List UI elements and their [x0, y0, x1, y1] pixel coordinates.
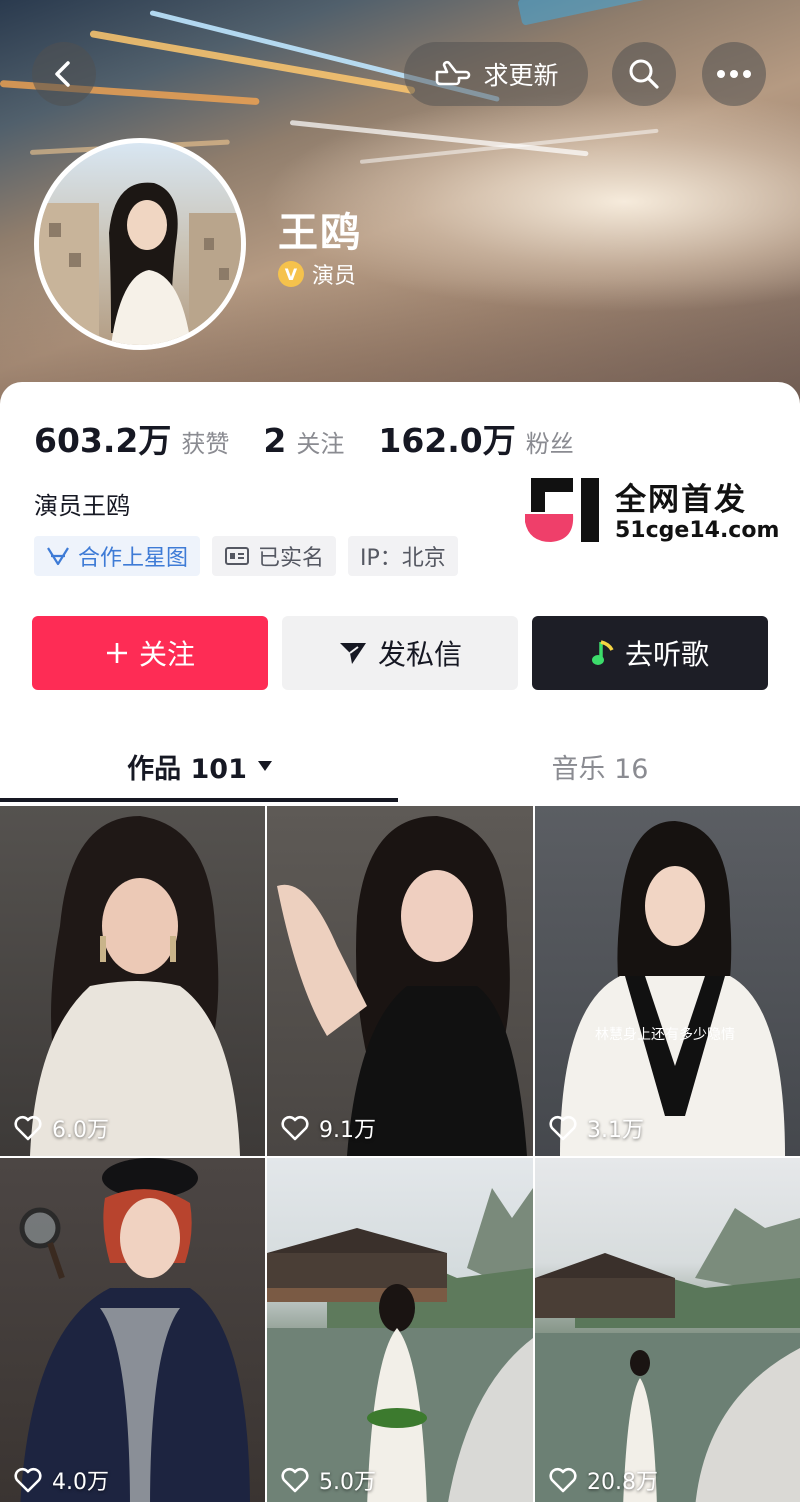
avatar-photo — [39, 182, 241, 345]
profile-bio: 演员王鸥 — [34, 492, 130, 520]
star-map-label: 合作上星图 — [78, 546, 189, 571]
star-map-icon — [47, 547, 69, 566]
request-update-button[interactable]: 求更新 — [404, 42, 588, 106]
video-thumbnail[interactable]: 20.8万 — [535, 1158, 800, 1502]
video-thumbnail[interactable]: 5.0万 — [267, 1158, 533, 1502]
followers-count[interactable]: 162.0万 — [378, 414, 515, 462]
pointing-hand-icon — [436, 60, 471, 86]
video-thumbnail[interactable]: 4.0万 — [0, 1158, 265, 1502]
video-likes-count: 6.0万 — [52, 1118, 109, 1143]
watermark-line1: 全网首发 — [615, 482, 747, 518]
video-thumbnail[interactable]: 9.1万 — [267, 806, 533, 1156]
follow-label: 关注 — [138, 638, 195, 671]
verified-icon: V — [278, 261, 304, 287]
chevron-left-icon — [55, 61, 70, 87]
video-2-image — [277, 816, 527, 1156]
plus-icon — [106, 643, 127, 663]
content-tabs: 作品 101 音乐 16 — [0, 728, 800, 804]
video-likes: 4.0万 — [14, 1464, 109, 1496]
watermark-logo-icon — [525, 478, 599, 542]
profile-name: 王鸥 — [278, 210, 362, 256]
likes-count[interactable]: 603.2万 — [34, 414, 171, 462]
video-4-image — [19, 1158, 250, 1502]
likes-label: 获赞 — [181, 430, 230, 458]
video-likes-count: 3.1万 — [587, 1118, 644, 1143]
video-grid: 6.0万 9.1万 林慧身上还有多少隐情 3.1万 4.0万 5.0万 20.8… — [0, 806, 800, 1502]
video-likes-count: 4.0万 — [52, 1470, 109, 1495]
heart-icon — [14, 1115, 42, 1141]
send-icon — [339, 643, 366, 664]
request-update-label: 求更新 — [483, 61, 559, 90]
video-likes: 20.8万 — [549, 1464, 658, 1496]
profile-stats: 603.2万 获赞 2 关注 162.0万 粉丝 — [34, 414, 608, 462]
id-card-icon — [225, 547, 250, 565]
video-5-image — [267, 1188, 533, 1502]
follow-button[interactable]: 关注 — [32, 616, 268, 690]
profile-tags: 合作上星图 已实名 IP：北京 — [34, 536, 458, 576]
video-likes-count: 5.0万 — [319, 1470, 376, 1495]
video-likes: 9.1万 — [281, 1112, 376, 1144]
avatar[interactable] — [34, 138, 246, 350]
heart-icon — [549, 1467, 577, 1493]
back-button[interactable] — [32, 42, 96, 106]
following-count[interactable]: 2 — [263, 421, 286, 460]
banner-streak — [517, 0, 758, 26]
following-label: 关注 — [296, 430, 345, 458]
role-label: 演员 — [312, 264, 357, 289]
video-likes-count: 20.8万 — [587, 1470, 658, 1495]
tab-works-label: 作品 101 — [127, 753, 247, 785]
video-caption: 林慧身上还有多少隐情 — [595, 1027, 735, 1043]
site-watermark: 全网首发 51cge14.com — [525, 474, 787, 546]
caret-down-icon — [257, 761, 272, 771]
profile-role: V 演员 — [278, 258, 356, 290]
video-thumbnail[interactable]: 6.0万 — [0, 806, 265, 1156]
tab-active-indicator — [0, 798, 398, 802]
message-label: 发私信 — [377, 638, 462, 671]
video-thumbnail[interactable]: 林慧身上还有多少隐情 3.1万 — [535, 806, 800, 1156]
verified-id-tag[interactable]: 已实名 — [212, 536, 337, 576]
star-map-tag[interactable]: 合作上星图 — [34, 536, 201, 576]
more-dots-icon — [717, 70, 751, 78]
video-likes: 5.0万 — [281, 1464, 376, 1496]
video-likes: 3.1万 — [549, 1112, 644, 1144]
profile-actions: 关注 发私信 去听歌 — [32, 616, 768, 690]
verified-id-label: 已实名 — [258, 546, 325, 571]
tab-music-label: 音乐 16 — [551, 753, 649, 785]
ip-location-label: IP：北京 — [360, 546, 446, 571]
message-button[interactable]: 发私信 — [282, 616, 518, 690]
search-icon — [629, 59, 659, 89]
heart-icon — [281, 1467, 309, 1493]
video-likes-count: 9.1万 — [319, 1118, 376, 1143]
music-note-icon — [591, 640, 614, 665]
listen-music-label: 去听歌 — [624, 638, 709, 671]
ip-location-tag: IP：北京 — [348, 536, 458, 576]
followers-label: 粉丝 — [525, 430, 574, 458]
watermark-line2: 51cge14.com — [615, 518, 780, 543]
video-likes: 6.0万 — [14, 1112, 109, 1144]
tab-music[interactable]: 音乐 16 — [400, 728, 800, 804]
video-6-image — [535, 1208, 800, 1502]
heart-icon — [14, 1467, 42, 1493]
listen-music-button[interactable]: 去听歌 — [532, 616, 768, 690]
video-1-image — [30, 816, 240, 1156]
more-button[interactable] — [702, 42, 766, 106]
search-button[interactable] — [612, 42, 676, 106]
video-3-image — [560, 821, 785, 1156]
tab-works[interactable]: 作品 101 — [0, 728, 400, 804]
heart-icon — [281, 1115, 309, 1141]
heart-icon — [549, 1115, 577, 1141]
